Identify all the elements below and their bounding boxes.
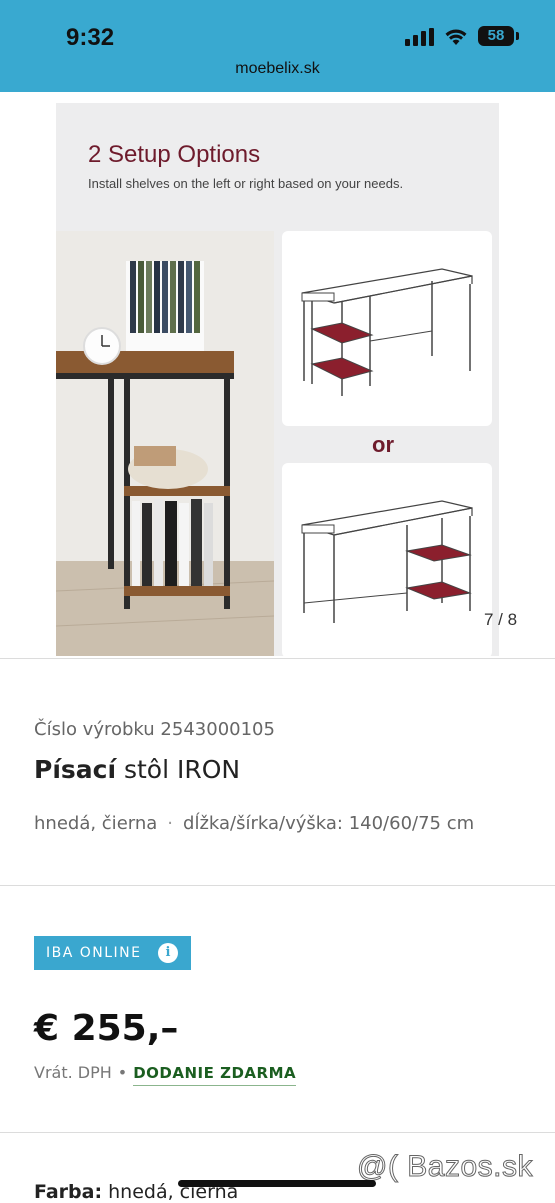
product-title-rest: stôl IRON	[116, 755, 241, 784]
divider	[0, 1132, 555, 1133]
status-time: 9:32	[66, 24, 115, 51]
battery-cap	[516, 32, 519, 40]
product-gallery[interactable]: 2 Setup Options Install shelves on the l…	[0, 92, 555, 658]
online-only-badge: IBA ONLINE i	[34, 936, 191, 970]
address-bar-url[interactable]: moebelix.sk	[0, 60, 555, 78]
wifi-icon	[445, 29, 467, 45]
product-image[interactable]: 2 Setup Options Install shelves on the l…	[56, 103, 499, 658]
product-title-bold: Písací	[34, 755, 117, 784]
browser-top-bar: 9:32 58 moebelix.sk	[0, 0, 555, 92]
product-price: € 255,–	[34, 1008, 179, 1049]
product-attributes: hnedá, čierna · dĺžka/šírka/výška: 140/60/…	[34, 813, 474, 834]
product-color-attr: hnedá, čierna	[34, 813, 158, 834]
info-icon[interactable]: i	[158, 943, 178, 963]
badge-label: IBA ONLINE	[46, 945, 142, 961]
attr-separator: ·	[167, 813, 174, 834]
product-title: Písací stôl IRON	[34, 755, 240, 784]
cellular-signal-icon	[405, 28, 434, 46]
battery-icon: 58	[478, 26, 514, 46]
home-indicator[interactable]	[178, 1180, 376, 1187]
divider	[0, 658, 555, 659]
product-sku: Číslo výrobku 2543000105	[34, 719, 275, 740]
image-or-label: or	[372, 432, 394, 457]
desk-photo	[56, 231, 274, 656]
vat-separator: •	[117, 1063, 128, 1082]
image-counter: 7 / 8	[484, 610, 518, 629]
free-delivery-link[interactable]: DODANIE ZDARMA	[133, 1064, 297, 1086]
image-subtitle: Install shelves on the left or right bas…	[88, 176, 404, 191]
price-details: Vrát. DPH • DODANIE ZDARMA	[34, 1063, 297, 1086]
image-title: 2 Setup Options	[88, 141, 261, 168]
product-dimensions: dĺžka/šírka/výška: 140/60/75 cm	[183, 813, 475, 834]
bazos-watermark: @( Bazos.sk	[357, 1150, 534, 1184]
vat-label: Vrát. DPH	[34, 1063, 112, 1082]
divider	[0, 885, 555, 886]
setup-diagram-right	[282, 463, 492, 658]
setup-diagram-left	[282, 231, 492, 426]
